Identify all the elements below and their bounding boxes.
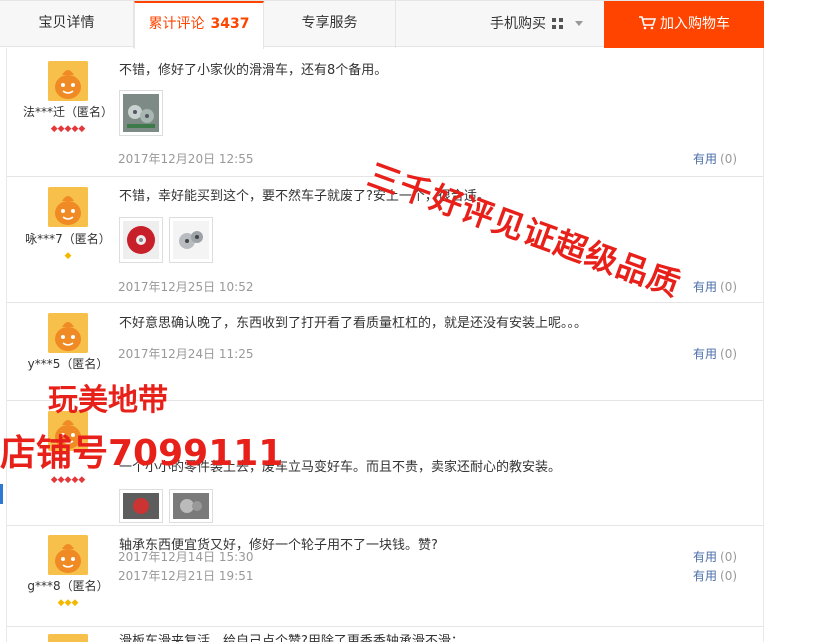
review-photo[interactable] <box>119 90 163 136</box>
default-avatar-icon <box>48 313 88 353</box>
reviewer-rank: ◆◆◆◆◆ <box>50 475 86 485</box>
review-date: 2017年12月24日 11:25 <box>118 347 254 361</box>
review-text: 不错，修好了小家伙的滑滑车，还有8个备用。 <box>119 63 388 78</box>
review-date: 2017年12月25日 10:52 <box>118 280 254 294</box>
reviews-count: 3437 <box>210 16 250 32</box>
review-photos <box>119 217 219 263</box>
useful-count: (0) <box>720 152 738 166</box>
useful-count: (0) <box>720 569 738 583</box>
review-text: 不好意思确认晚了，东西收到了打开看了看质量杠杠的，就是还没有安装上呢。。。 <box>119 316 588 331</box>
qr-code-icon <box>552 18 563 29</box>
useful-button[interactable]: 有用 (0) <box>693 567 737 584</box>
useful-count: (0) <box>720 347 738 361</box>
review-text: 轴承东西便宜货又好，修好一个轮子用不了一块钱。赞? <box>119 538 438 553</box>
reviewer-name: 法***迁（匿名） <box>22 105 113 119</box>
useful-button[interactable]: 有用 (0) <box>693 150 737 167</box>
default-avatar-icon <box>48 535 88 575</box>
review-text: 滑板车滑夹复活，给自己点个赞?用除了更香香轴承滑不滑： <box>119 634 464 642</box>
useful-button[interactable]: 有用 (0) <box>693 278 737 295</box>
review-photo[interactable] <box>169 217 213 263</box>
shopping-cart-icon <box>639 16 656 30</box>
useful-count: (0) <box>720 280 738 294</box>
mobile-buy-dropdown[interactable]: 手机购买 <box>490 1 583 48</box>
add-to-cart-label: 加入购物车 <box>660 16 730 32</box>
review-date: 2017年12月20日 12:55 <box>118 152 254 166</box>
tab-service[interactable]: 专享服务 <box>264 1 396 48</box>
tab-details[interactable]: 宝贝详情 <box>0 1 134 48</box>
reviewer-rank: ◆◆◆◆◆ <box>50 124 86 134</box>
chevron-down-icon <box>575 21 583 26</box>
review-date: 2017年12月21日 19:51 <box>118 569 254 583</box>
store-watermark-id: 店铺号7099111 <box>0 433 284 474</box>
useful-label: 有用 <box>693 152 718 166</box>
review-page: { "tabs": { "details": "宝贝详情", "reviews_… <box>0 0 827 642</box>
tab-reviews[interactable]: 累计评论 3437 <box>134 1 264 49</box>
side-marker <box>0 484 3 504</box>
review-item: 滑板车滑夹复活，给自己点个赞?用除了更香香轴承滑不滑： <box>7 627 763 642</box>
review-photo[interactable] <box>119 489 163 523</box>
reviewer-rank: ◆ <box>64 251 72 261</box>
default-avatar-icon <box>48 61 88 101</box>
useful-button[interactable]: 有用 (0) <box>693 345 737 362</box>
useful-label: 有用 <box>693 569 718 583</box>
tab-bar: 宝贝详情 累计评论 3437 专享服务 手机购买 加入购物车 <box>0 0 764 49</box>
useful-label: 有用 <box>693 347 718 361</box>
reviewer-rank: ◆◆◆ <box>57 598 79 608</box>
mobile-buy-label: 手机购买 <box>490 16 546 32</box>
reviewer-name: 咏***7（匿名） <box>25 232 111 246</box>
store-watermark-name: 玩美地带 <box>48 383 168 418</box>
review-photo[interactable] <box>119 217 163 263</box>
review-list: 法***迁（匿名） ◆◆◆◆◆ 不错，修好了小家伙的滑滑车，还有8个备用。 20… <box>6 48 764 642</box>
review-item: g***8（匿名） ◆◆◆ 轴承东西便宜货又好，修好一个轮子用不了一块钱。赞? … <box>7 526 763 627</box>
review-photo[interactable] <box>169 489 213 523</box>
reviewer-name: g***8（匿名） <box>27 579 109 593</box>
useful-label: 有用 <box>693 280 718 294</box>
review-photos <box>119 90 169 136</box>
reviewer-name: y***5（匿名） <box>27 357 109 371</box>
tab-reviews-label: 累计评论 <box>148 16 205 32</box>
default-avatar-icon <box>48 634 88 642</box>
add-to-cart-button[interactable]: 加入购物车 <box>604 1 764 48</box>
page-margin <box>764 48 827 642</box>
default-avatar-icon <box>48 187 88 227</box>
